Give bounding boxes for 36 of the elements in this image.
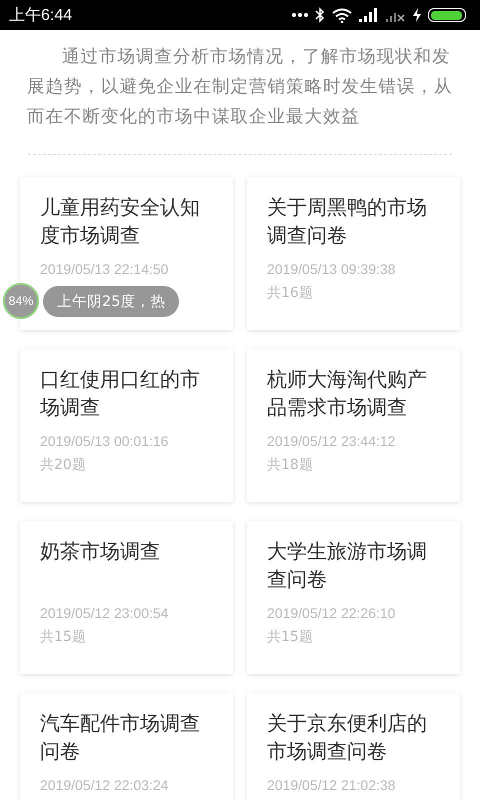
bluetooth-icon bbox=[315, 7, 325, 23]
survey-date: 2019/05/13 09:39:38 bbox=[267, 261, 396, 277]
survey-title: 儿童用药安全认知度市场调查 bbox=[40, 194, 201, 249]
question-count: 共20题 bbox=[40, 456, 87, 474]
battery-icon bbox=[428, 8, 466, 22]
survey-title: 口红使用口红的市场调查 bbox=[40, 366, 201, 421]
survey-title: 大学生旅游市场调查问卷 bbox=[267, 538, 428, 593]
survey-title: 汽车配件市场调查问卷 bbox=[40, 710, 201, 765]
weather-notice: 上午阴25度，热 bbox=[43, 286, 180, 316]
survey-card[interactable]: 奶茶市场调查 2019/05/12 23:00:54 共15题 bbox=[20, 521, 233, 674]
survey-date: 2019/05/13 22:14:50 bbox=[40, 261, 170, 277]
question-count: 共16题 bbox=[267, 284, 314, 302]
more-dots-icon bbox=[292, 12, 308, 18]
survey-date: 2019/05/13 00:01:16 bbox=[40, 433, 170, 449]
intro-paragraph: 通过市场调查分析市场情况，了解市场现状和发展趋势，以避免企业在制定营销策略时发生错误，从而在不断变化的市场中谋取企业最大效益 bbox=[27, 46, 454, 129]
survey-date: 2019/05/12 21:02:38 bbox=[267, 777, 396, 793]
survey-card[interactable]: 关于京东便利店的市场调查问卷 2019/05/12 21:02:38 bbox=[247, 693, 460, 800]
question-count: 共15题 bbox=[40, 628, 87, 646]
wifi-icon bbox=[332, 8, 352, 22]
survey-card[interactable]: 杭师大海淘代购产品需求市场调查 2019/05/12 23:44:12 共18题 bbox=[247, 349, 460, 502]
survey-date: 2019/05/12 23:00:54 bbox=[40, 605, 170, 621]
status-time: 上午6:44 bbox=[9, 6, 72, 26]
survey-card[interactable]: 大学生旅游市场调查问卷 2019/05/12 22:26:10 共15题 bbox=[247, 521, 460, 674]
question-count: 共18题 bbox=[267, 456, 314, 474]
survey-title: 杭师大海淘代购产品需求市场调查 bbox=[267, 366, 428, 421]
survey-card[interactable]: 汽车配件市场调查问卷 2019/05/12 22:03:24 bbox=[20, 693, 233, 800]
signal-icon bbox=[359, 8, 379, 22]
survey-title: 关于周黑鸭的市场调查问卷 bbox=[267, 194, 428, 249]
survey-date: 2019/05/12 22:03:24 bbox=[40, 777, 170, 793]
survey-title: 奶茶市场调查 bbox=[40, 538, 161, 565]
survey-date: 2019/05/12 23:44:12 bbox=[267, 433, 396, 449]
survey-date: 2019/05/12 22:26:10 bbox=[267, 605, 396, 621]
question-count: 共15题 bbox=[267, 628, 314, 646]
survey-card[interactable]: 关于周黑鸭的市场调查问卷 2019/05/13 09:39:38 共16题 bbox=[247, 177, 460, 330]
survey-title: 关于京东便利店的市场调查问卷 bbox=[267, 710, 428, 765]
survey-card[interactable]: 口红使用口红的市场调查 2019/05/13 00:01:16 共20题 bbox=[20, 349, 233, 502]
